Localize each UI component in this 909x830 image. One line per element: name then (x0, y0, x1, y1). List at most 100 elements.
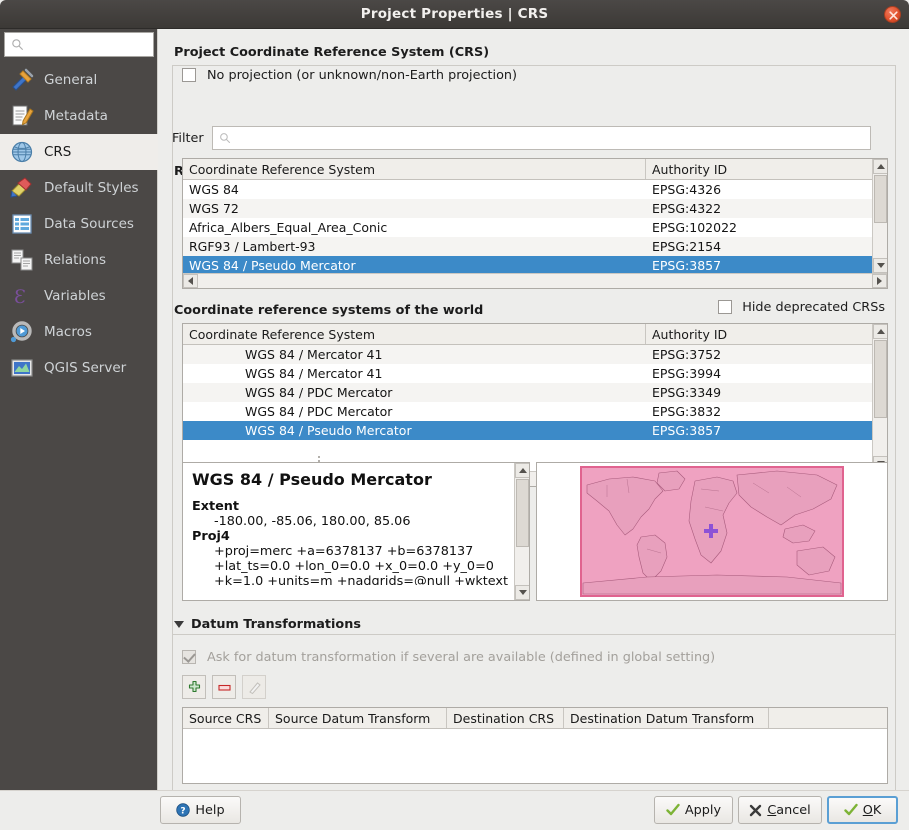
column-header-source-crs[interactable]: Source CRS (183, 708, 269, 728)
sidebar-item-relations[interactable]: Relations (0, 242, 158, 278)
vertical-scrollbar[interactable] (514, 463, 529, 600)
crs-proj4-line2: +lat_ts=0.0 +lon_0=0.0 +x_0=0.0 +y_0=0 (192, 559, 520, 574)
no-projection-label: No projection (or unknown/non-Earth proj… (207, 68, 517, 83)
column-header-source-transform[interactable]: Source Datum Transform (269, 708, 447, 728)
sidebar-item-label: Data Sources (44, 216, 134, 232)
scrollbar-thumb[interactable] (874, 175, 887, 223)
ok-button[interactable]: OK (827, 796, 898, 824)
cell-crs-name: WGS 84 / Pseudo Mercator (183, 258, 646, 273)
scroll-up-button[interactable] (515, 463, 530, 478)
table-row[interactable]: WGS 84 / Mercator 41 EPSG:3752 (183, 345, 874, 364)
vertical-scrollbar[interactable] (872, 159, 887, 273)
column-header-crs[interactable]: Coordinate Reference System (183, 324, 646, 344)
apply-button-label: Apply (685, 803, 721, 818)
column-header-authority[interactable]: Authority ID (646, 324, 874, 344)
vertical-scrollbar[interactable] (872, 324, 887, 471)
epsilon-icon: Ɛ (9, 283, 35, 309)
table-header: Coordinate Reference System Authority ID (183, 324, 887, 345)
crs-details-panel: WGS 84 / Pseudo Mercator Extent -180.00,… (182, 462, 530, 601)
cell-authority-id: EPSG:102022 (646, 220, 874, 235)
column-header-destination-transform[interactable]: Destination Datum Transform (564, 708, 769, 728)
no-projection-checkbox[interactable] (182, 68, 196, 82)
table-row[interactable]: WGS 84 / PDC Mercator EPSG:3349 (183, 383, 874, 402)
no-projection-row: No projection (or unknown/non-Earth proj… (182, 67, 517, 83)
datum-toolbar (182, 675, 272, 699)
sidebar-item-general[interactable]: General (0, 62, 158, 98)
check-icon (666, 803, 680, 817)
cell-crs-name: WGS 84 / PDC Mercator (183, 404, 646, 419)
scroll-right-button[interactable] (872, 274, 887, 288)
sidebar-item-macros[interactable]: Macros (0, 314, 158, 350)
cell-crs-name: WGS 84 (183, 182, 646, 197)
sidebar-item-label: CRS (44, 144, 71, 160)
table-icon (9, 211, 35, 237)
svg-text:Ɛ: Ɛ (14, 286, 26, 308)
apply-button[interactable]: Apply (654, 796, 733, 824)
close-icon[interactable] (884, 6, 901, 23)
sidebar-item-crs[interactable]: CRS (0, 134, 158, 170)
ok-rest: K (873, 803, 881, 818)
cancel-button[interactable]: Cancel (738, 796, 822, 824)
column-header-destination-crs[interactable]: Destination CRS (447, 708, 564, 728)
sidebar-item-label: Macros (44, 324, 92, 340)
main-panel: Project Coordinate Reference System (CRS… (158, 29, 909, 830)
column-header-spacer (769, 708, 887, 728)
table-row[interactable]: WGS 84 / PDC Mercator EPSG:3832 (183, 402, 874, 421)
pencil-icon (247, 680, 262, 695)
search-input[interactable] (28, 35, 146, 55)
ok-button-label: OK (863, 803, 881, 818)
cell-crs-name: WGS 84 / Mercator 41 (183, 366, 646, 381)
scrollbar-thumb[interactable] (516, 479, 529, 547)
sidebar-item-metadata[interactable]: Metadata (0, 98, 158, 134)
table-row-selected[interactable]: WGS 84 / Pseudo Mercator EPSG:3857 (183, 421, 874, 440)
gear-play-icon (9, 319, 35, 345)
scroll-down-button[interactable] (873, 258, 888, 273)
ask-datum-label: Ask for datum transformation if several … (207, 650, 715, 665)
sidebar-item-data-sources[interactable]: Data Sources (0, 206, 158, 242)
datum-transformations-title: Datum Transformations (191, 617, 361, 632)
table-header: Source CRS Source Datum Transform Destin… (183, 708, 887, 729)
cell-authority-id: EPSG:4326 (646, 182, 874, 197)
scrollbar-thumb[interactable] (874, 340, 887, 418)
help-button[interactable]: ? Help (160, 796, 241, 824)
datum-transformations-header[interactable]: Datum Transformations (174, 617, 361, 632)
sidebar-item-label: Relations (44, 252, 106, 268)
sidebar-item-label: Default Styles (44, 180, 139, 196)
sidebar-item-label: Variables (44, 288, 106, 304)
sidebar-item-variables[interactable]: Ɛ Variables (0, 278, 158, 314)
add-button[interactable] (182, 675, 206, 699)
world-map-svg (537, 463, 887, 600)
crs-details-title: WGS 84 / Pseudo Mercator (192, 470, 520, 489)
filter-field[interactable] (212, 126, 871, 150)
scroll-up-button[interactable] (873, 159, 888, 174)
table-row[interactable]: WGS 72 EPSG:4322 (183, 199, 874, 218)
filter-input[interactable] (236, 130, 856, 147)
horizontal-scrollbar[interactable] (183, 273, 887, 288)
table-header: Coordinate Reference System Authority ID (183, 159, 887, 180)
sidebar-item-default-styles[interactable]: Default Styles (0, 170, 158, 206)
title-bar: Project Properties | CRS (0, 0, 909, 29)
hide-deprecated-checkbox[interactable] (718, 300, 732, 314)
scroll-up-button[interactable] (873, 324, 888, 339)
scroll-down-button[interactable] (515, 585, 530, 600)
footer-divider (0, 790, 909, 791)
column-header-crs[interactable]: Coordinate Reference System (183, 159, 646, 179)
scrollbar-track[interactable] (198, 274, 872, 288)
cell-authority-id: EPSG:3857 (646, 423, 874, 438)
check-icon (844, 803, 858, 817)
minus-icon (217, 680, 232, 695)
table-row[interactable]: WGS 84 / Mercator 41 EPSG:3994 (183, 364, 874, 383)
cell-crs-name: WGS 84 / PDC Mercator (183, 385, 646, 400)
table-row[interactable]: Africa_Albers_Equal_Area_Conic EPSG:1020… (183, 218, 874, 237)
remove-button[interactable] (212, 675, 236, 699)
table-body[interactable] (183, 729, 887, 783)
column-header-authority[interactable]: Authority ID (646, 159, 874, 179)
table-row[interactable]: WGS 84 EPSG:4326 (183, 180, 874, 199)
scroll-left-button[interactable] (183, 274, 198, 288)
cancel-rest: ancel (776, 803, 810, 818)
table-row[interactable]: RGF93 / Lambert-93 EPSG:2154 (183, 237, 874, 256)
sidebar: General Metadata CRS (0, 29, 158, 830)
sidebar-search[interactable] (4, 32, 154, 57)
sidebar-item-qgis-server[interactable]: QGIS Server (0, 350, 158, 386)
cell-crs-name: WGS 84 / Pseudo Mercator (183, 423, 646, 438)
